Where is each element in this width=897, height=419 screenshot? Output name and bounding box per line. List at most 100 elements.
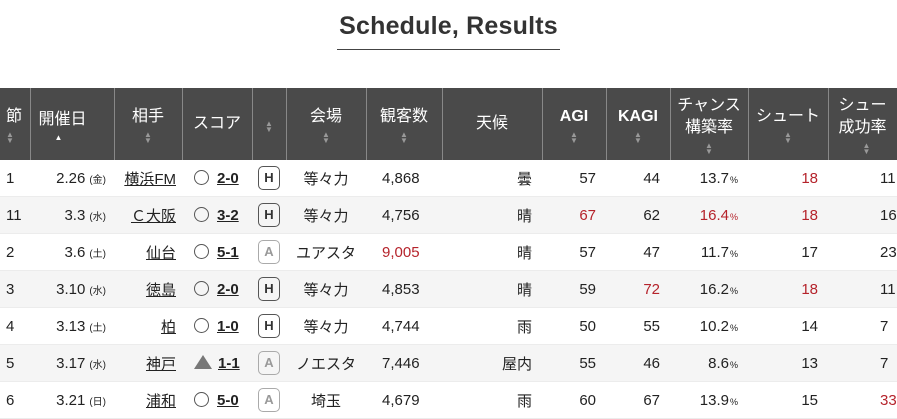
- day-of-week: (水): [89, 286, 106, 297]
- col-header-kagi[interactable]: KAGI ▲▼: [606, 88, 670, 160]
- percent-unit: %: [730, 323, 738, 333]
- chance-rate-value: 16.2: [700, 281, 729, 298]
- col-header-opponent-label: 相手: [115, 106, 182, 128]
- cell-weather: 晴: [442, 234, 542, 271]
- col-header-chance-label-1: チャンス: [671, 95, 748, 117]
- col-header-agi[interactable]: AGI ▲▼: [542, 88, 606, 160]
- cell-attendance: 4,679: [366, 382, 442, 419]
- percent-unit: %: [730, 249, 738, 259]
- table-row: 43.13(土)柏1-0H等々力4,744雨505510.2%147: [0, 308, 897, 345]
- col-header-attendance[interactable]: 観客数 ▲▼: [366, 88, 442, 160]
- cell-sec: 11: [0, 197, 30, 234]
- home-away-badge: H: [258, 203, 280, 227]
- win-circle-icon: [194, 281, 209, 296]
- home-away-badge: A: [258, 240, 280, 264]
- table-row: 23.6(土)仙台5-1Aユアスタ9,005晴574711.7%1723: [0, 234, 897, 271]
- score-link[interactable]: 5-0: [217, 392, 239, 409]
- col-header-chance-rate[interactable]: チャンス 構築率 ▲▼: [670, 88, 748, 160]
- percent-unit: %: [730, 175, 738, 185]
- col-header-shoot-label: シュート: [749, 106, 828, 128]
- cell-date: 3.3(水): [30, 197, 114, 234]
- page-title: Schedule, Results: [337, 12, 560, 50]
- cell-date: 3.21(日): [30, 382, 114, 419]
- day-of-week: (水): [89, 212, 106, 223]
- score-link[interactable]: 2-0: [217, 170, 239, 187]
- cell-shoot: 15: [748, 382, 828, 419]
- cell-score: 3-2: [182, 197, 252, 234]
- cell-weather: 晴: [442, 271, 542, 308]
- cell-sec: 6: [0, 382, 30, 419]
- cell-opponent: 横浜FM: [114, 160, 182, 197]
- cell-opponent: 柏: [114, 308, 182, 345]
- col-header-chance-label-2: 構築率: [671, 117, 748, 139]
- cell-attendance: 7,446: [366, 345, 442, 382]
- day-of-week: (金): [89, 175, 106, 186]
- col-header-venue[interactable]: 会場 ▲▼: [286, 88, 366, 160]
- cell-home-away: A: [252, 234, 286, 271]
- sort-icon: ▲▼: [839, 141, 897, 153]
- opponent-link[interactable]: 柏: [161, 319, 176, 336]
- col-header-opponent[interactable]: 相手 ▲▼: [114, 88, 182, 160]
- cell-attendance: 4,853: [366, 271, 442, 308]
- score-link[interactable]: 3-2: [217, 207, 239, 224]
- sort-icon: ▲▼: [671, 141, 748, 153]
- col-header-score[interactable]: スコア: [182, 88, 252, 160]
- opponent-link[interactable]: 仙台: [146, 245, 176, 262]
- cell-opponent: Ｃ大阪: [114, 197, 182, 234]
- sort-icon: ▲▼: [543, 130, 606, 142]
- cell-venue: 等々力: [286, 308, 366, 345]
- sort-icon: ▲▼: [749, 130, 828, 142]
- chance-rate-value: 13.7: [700, 170, 729, 187]
- col-header-date[interactable]: 開催日 ▲: [30, 88, 114, 160]
- cell-attendance: 4,868: [366, 160, 442, 197]
- col-header-sec[interactable]: 節 ▲▼: [0, 88, 30, 160]
- cell-attendance: 4,756: [366, 197, 442, 234]
- opponent-link[interactable]: Ｃ大阪: [131, 208, 176, 225]
- score-link[interactable]: 2-0: [217, 281, 239, 298]
- cell-chance-rate: 16.2%: [670, 271, 748, 308]
- chance-rate-value: 13.9: [700, 392, 729, 409]
- cell-home-away: H: [252, 271, 286, 308]
- date-value: 3.13: [56, 318, 85, 335]
- cell-kagi: 72: [606, 271, 670, 308]
- col-header-score-label: スコア: [183, 113, 252, 135]
- cell-score: 2-0: [182, 160, 252, 197]
- col-header-shoot[interactable]: シュート ▲▼: [748, 88, 828, 160]
- col-header-shoot-success-rate[interactable]: シュー 成功率 ▲▼: [828, 88, 897, 160]
- opponent-link[interactable]: 横浜FM: [124, 171, 176, 188]
- col-header-weather[interactable]: 天候: [442, 88, 542, 160]
- sort-icon: ▲▼: [287, 130, 366, 142]
- table-row: 113.3(水)Ｃ大阪3-2H等々力4,756晴676216.4%1816: [0, 197, 897, 234]
- cell-shoot-success-rate: 23: [828, 234, 897, 271]
- day-of-week: (土): [89, 323, 106, 334]
- win-circle-icon: [194, 170, 209, 185]
- opponent-link[interactable]: 徳島: [146, 282, 176, 299]
- cell-chance-rate: 8.6%: [670, 345, 748, 382]
- date-value: 3.21: [56, 392, 85, 409]
- score-link[interactable]: 1-1: [218, 355, 240, 372]
- cell-home-away: H: [252, 197, 286, 234]
- cell-shoot: 17: [748, 234, 828, 271]
- draw-triangle-icon: [194, 355, 212, 369]
- cell-shoot: 18: [748, 160, 828, 197]
- schedule-results-table: 節 ▲▼ 開催日 ▲ 相手 ▲▼ スコア ▲▼ 会場 ▲▼ 観客数: [0, 88, 897, 419]
- cell-opponent: 徳島: [114, 271, 182, 308]
- cell-opponent: 神戸: [114, 345, 182, 382]
- col-header-home-away[interactable]: ▲▼: [252, 88, 286, 160]
- cell-shoot-success-rate: 7: [828, 345, 897, 382]
- sort-asc-active-icon: ▲: [39, 133, 114, 139]
- cell-venue: ノエスタ: [286, 345, 366, 382]
- score-link[interactable]: 5-1: [217, 244, 239, 261]
- opponent-link[interactable]: 神戸: [146, 356, 176, 373]
- cell-shoot-success-rate: 11: [828, 271, 897, 308]
- col-header-kagi-label: KAGI: [607, 106, 670, 128]
- cell-venue: ユアスタ: [286, 234, 366, 271]
- cell-opponent: 浦和: [114, 382, 182, 419]
- home-away-badge: A: [258, 388, 280, 412]
- cell-agi: 57: [542, 160, 606, 197]
- cell-weather: 雨: [442, 308, 542, 345]
- cell-sec: 2: [0, 234, 30, 271]
- opponent-link[interactable]: 浦和: [146, 393, 176, 410]
- cell-chance-rate: 13.9%: [670, 382, 748, 419]
- score-link[interactable]: 1-0: [217, 318, 239, 335]
